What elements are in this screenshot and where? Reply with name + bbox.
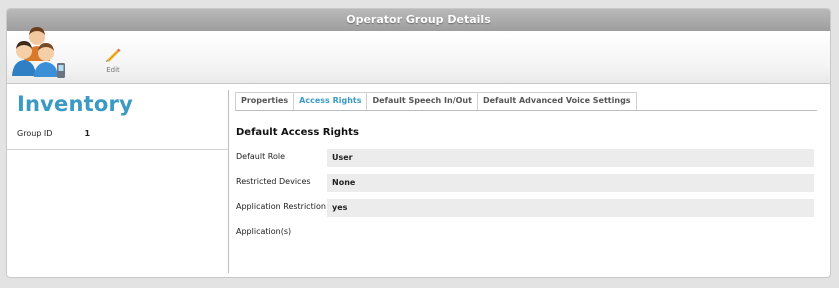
window-title: Operator Group Details bbox=[7, 9, 830, 31]
details-pane: Properties Access Rights Default Speech … bbox=[235, 85, 830, 277]
tab-default-advanced-voice[interactable]: Default Advanced Voice Settings bbox=[476, 92, 637, 110]
panel-divider bbox=[7, 149, 228, 150]
applications-label: Application(s) bbox=[236, 227, 292, 236]
section-title: Default Access Rights bbox=[236, 127, 359, 138]
pencil-icon bbox=[106, 48, 121, 62]
tab-bar: Properties Access Rights Default Speech … bbox=[235, 92, 817, 111]
operator-group-icon bbox=[9, 19, 69, 79]
pane-divider bbox=[228, 90, 229, 273]
default-role-field: Default Role User bbox=[236, 149, 814, 167]
group-id-row: Group ID 1 bbox=[17, 129, 90, 138]
toolbar: Edit bbox=[7, 27, 830, 84]
edit-label: Edit bbox=[106, 66, 120, 74]
application-restriction-value: yes bbox=[327, 199, 814, 217]
restricted-devices-field: Restricted Devices None bbox=[236, 174, 814, 192]
default-role-label: Default Role bbox=[236, 152, 286, 161]
application-restriction-label: Application Restriction bbox=[236, 202, 326, 211]
edit-button[interactable]: Edit bbox=[101, 45, 125, 74]
default-role-value: User bbox=[327, 149, 814, 167]
group-id-value: 1 bbox=[84, 129, 91, 138]
tab-access-rights[interactable]: Access Rights bbox=[293, 92, 368, 110]
inventory-title: Inventory bbox=[17, 92, 133, 116]
tab-default-speech[interactable]: Default Speech In/Out bbox=[366, 92, 478, 110]
operator-group-details-window: Operator Group Details Edit Inventory Gr… bbox=[6, 8, 831, 278]
group-id-label: Group ID bbox=[17, 129, 53, 138]
application-restriction-field: Application Restriction yes bbox=[236, 199, 814, 217]
applications-field: Application(s) bbox=[236, 224, 814, 242]
inventory-panel: Inventory Group ID 1 bbox=[7, 85, 229, 277]
restricted-devices-label: Restricted Devices bbox=[236, 177, 311, 186]
restricted-devices-value: None bbox=[327, 174, 814, 192]
tab-properties[interactable]: Properties bbox=[235, 92, 295, 110]
